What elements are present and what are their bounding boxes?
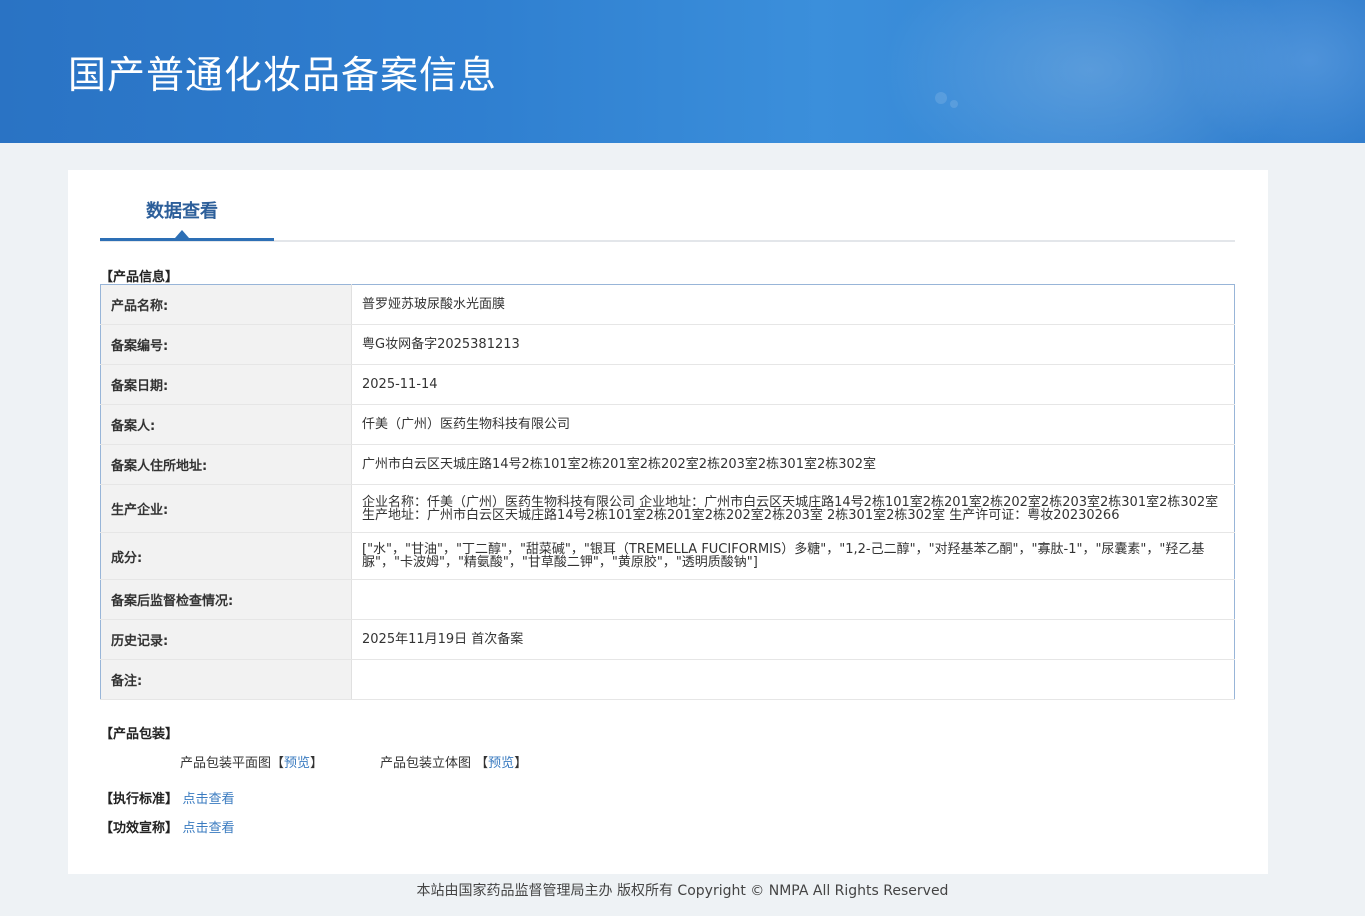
field-value: 粤G妆网备字2025381213	[351, 324, 1235, 365]
packaging-heading: 【产品包装】	[100, 727, 179, 742]
field-label: 备案人住所地址:	[100, 444, 352, 485]
efficacy-heading: 【功效宣称】	[100, 821, 179, 836]
field-value: ["水"，"甘油"，"丁二醇"，"甜菜碱"，"银耳（TREMELLA FUCIF…	[351, 532, 1235, 580]
table-row: 备案人住所地址: 广州市白云区天城庄路14号2栋101室2栋201室2栋202室…	[100, 444, 1235, 485]
table-row: 成分: ["水"，"甘油"，"丁二醇"，"甜菜碱"，"银耳（TREMELLA F…	[100, 532, 1235, 580]
banner-decoration	[935, 92, 947, 104]
standard-view-link[interactable]: 点击查看	[183, 792, 235, 807]
tab-data-view[interactable]: 数据查看	[100, 170, 274, 241]
header-banner: 国产普通化妆品备案信息	[0, 0, 1365, 143]
table-row: 产品名称: 普罗娅苏玻尿酸水光面膜	[100, 284, 1235, 325]
bracket-close: 】	[514, 756, 528, 771]
page-title: 国产普通化妆品备案信息	[68, 53, 498, 97]
efficacy-view-link[interactable]: 点击查看	[183, 821, 235, 836]
product-info-heading: 【产品信息】	[100, 270, 179, 285]
standard-row: 【执行标准】 点击查看	[100, 788, 235, 807]
field-label: 备案编号:	[100, 324, 352, 365]
footer-copyright: 本站由国家药品监督管理局主办 版权所有 Copyright © NMPA All…	[416, 883, 949, 899]
field-label: 备案人:	[100, 404, 352, 445]
efficacy-row: 【功效宣称】 点击查看	[100, 817, 235, 836]
field-value: 普罗娅苏玻尿酸水光面膜	[351, 284, 1235, 325]
field-value: 2025年11月19日 首次备案	[351, 619, 1235, 660]
table-row: 历史记录: 2025年11月19日 首次备案	[100, 619, 1235, 660]
field-label: 生产企业:	[100, 484, 352, 533]
field-label: 备案日期:	[100, 364, 352, 405]
bracket-close: 】	[310, 756, 324, 771]
field-value	[351, 579, 1235, 620]
packaging-flat-row: 产品包装平面图【预览】	[180, 752, 323, 771]
tab-label: 数据查看	[146, 201, 218, 222]
table-row: 生产企业: 企业名称：仟美（广州）医药生物科技有限公司 企业地址：广州市白云区天…	[100, 484, 1235, 533]
table-row: 备案后监督检查情况:	[100, 579, 1235, 620]
bracket-open: 【	[475, 756, 489, 771]
preview-flat-link[interactable]: 预览	[284, 756, 310, 771]
content-card: 数据查看 【产品信息】 产品名称: 普罗娅苏玻尿酸水光面膜 备案编号: 粤G妆网…	[68, 170, 1268, 874]
packaging-solid-row: 产品包装立体图 【预览】	[380, 752, 527, 771]
table-row: 备案编号: 粤G妆网备字2025381213	[100, 324, 1235, 365]
product-info-table: 产品名称: 普罗娅苏玻尿酸水光面膜 备案编号: 粤G妆网备字2025381213…	[100, 284, 1235, 700]
banner-decoration	[950, 100, 958, 108]
table-row: 备案人: 仟美（广州）医药生物科技有限公司	[100, 404, 1235, 445]
packaging-solid-label: 产品包装立体图	[380, 756, 472, 771]
field-label: 成分:	[100, 532, 352, 580]
bracket-open: 【	[271, 756, 285, 771]
field-label: 历史记录:	[100, 619, 352, 660]
field-value: 广州市白云区天城庄路14号2栋101室2栋201室2栋202室2栋203室2栋3…	[351, 444, 1235, 485]
packaging-flat-label: 产品包装平面图	[180, 756, 272, 771]
field-label: 产品名称:	[100, 284, 352, 325]
banner-glow-secondary	[1180, 0, 1365, 143]
field-label: 备案后监督检查情况:	[100, 579, 352, 620]
field-value	[351, 659, 1235, 700]
field-label: 备注:	[100, 659, 352, 700]
field-value: 仟美（广州）医药生物科技有限公司	[351, 404, 1235, 445]
standard-heading: 【执行标准】	[100, 792, 179, 807]
table-row: 备注:	[100, 659, 1235, 700]
caret-up-icon	[175, 230, 189, 238]
field-value: 2025-11-14	[351, 364, 1235, 405]
table-row: 备案日期: 2025-11-14	[100, 364, 1235, 405]
preview-solid-link[interactable]: 预览	[488, 756, 514, 771]
field-value: 企业名称：仟美（广州）医药生物科技有限公司 企业地址：广州市白云区天城庄路14号…	[351, 484, 1235, 533]
tab-bar: 数据查看	[100, 170, 1235, 242]
